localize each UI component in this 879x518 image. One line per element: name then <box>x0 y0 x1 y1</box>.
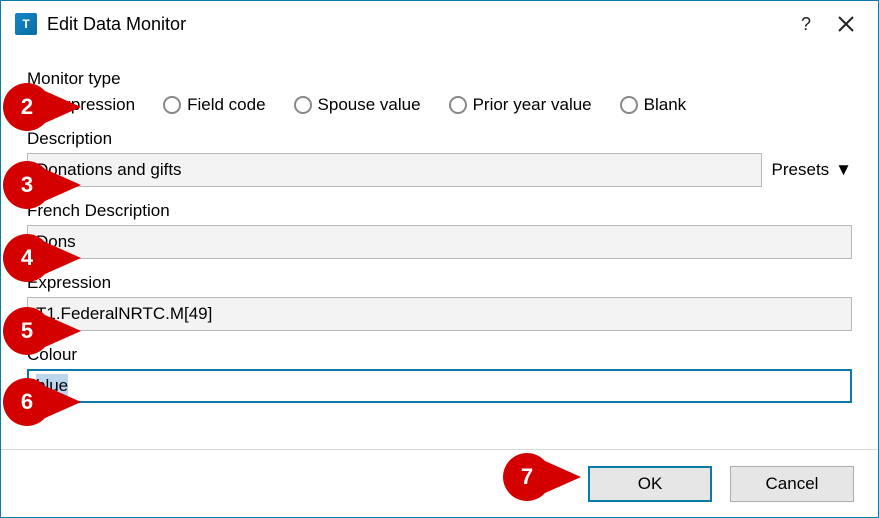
chevron-down-icon: ▼ <box>835 160 852 180</box>
radio-label: Field code <box>187 95 265 115</box>
radio-indicator <box>620 96 638 114</box>
dialog-edit-data-monitor: T Edit Data Monitor ? Monitor type Expre… <box>0 0 879 518</box>
colour-input[interactable]: blue <box>27 369 852 403</box>
expression-label: Expression <box>27 273 852 293</box>
presets-label: Presets <box>772 160 830 180</box>
monitor-type-label: Monitor type <box>27 69 852 89</box>
radio-label: Expression <box>51 95 135 115</box>
description-input[interactable] <box>27 153 762 187</box>
radio-spouse-value[interactable]: Spouse value <box>294 95 421 115</box>
radio-indicator <box>163 96 181 114</box>
dialog-button-bar: OK Cancel <box>1 449 878 517</box>
radio-indicator <box>294 96 312 114</box>
window-title: Edit Data Monitor <box>47 14 186 35</box>
titlebar: T Edit Data Monitor ? <box>1 1 878 47</box>
radio-indicator <box>27 96 45 114</box>
radio-expression[interactable]: Expression <box>27 95 135 115</box>
radio-label: Blank <box>644 95 687 115</box>
french-description-label: French Description <box>27 201 852 221</box>
help-button[interactable]: ? <box>786 8 826 40</box>
monitor-type-group: Expression Field code Spouse value Prior ye… <box>27 95 852 115</box>
description-label: Description <box>27 129 852 149</box>
expression-input[interactable] <box>27 297 852 331</box>
app-icon: T <box>15 13 37 35</box>
french-description-input[interactable] <box>27 225 852 259</box>
help-icon: ? <box>801 14 811 35</box>
cancel-button-label: Cancel <box>766 474 819 494</box>
radio-label: Spouse value <box>318 95 421 115</box>
ok-button[interactable]: OK <box>588 466 712 502</box>
presets-button[interactable]: Presets ▼ <box>772 160 852 180</box>
colour-label: Colour <box>27 345 852 365</box>
ok-button-label: OK <box>638 474 663 494</box>
colour-value-selected: blue <box>36 374 68 398</box>
close-icon <box>837 9 855 40</box>
close-button[interactable] <box>826 8 866 40</box>
cancel-button[interactable]: Cancel <box>730 466 854 502</box>
radio-label: Prior year value <box>473 95 592 115</box>
radio-field-code[interactable]: Field code <box>163 95 265 115</box>
radio-blank[interactable]: Blank <box>620 95 687 115</box>
radio-indicator <box>449 96 467 114</box>
radio-prior-year-value[interactable]: Prior year value <box>449 95 592 115</box>
